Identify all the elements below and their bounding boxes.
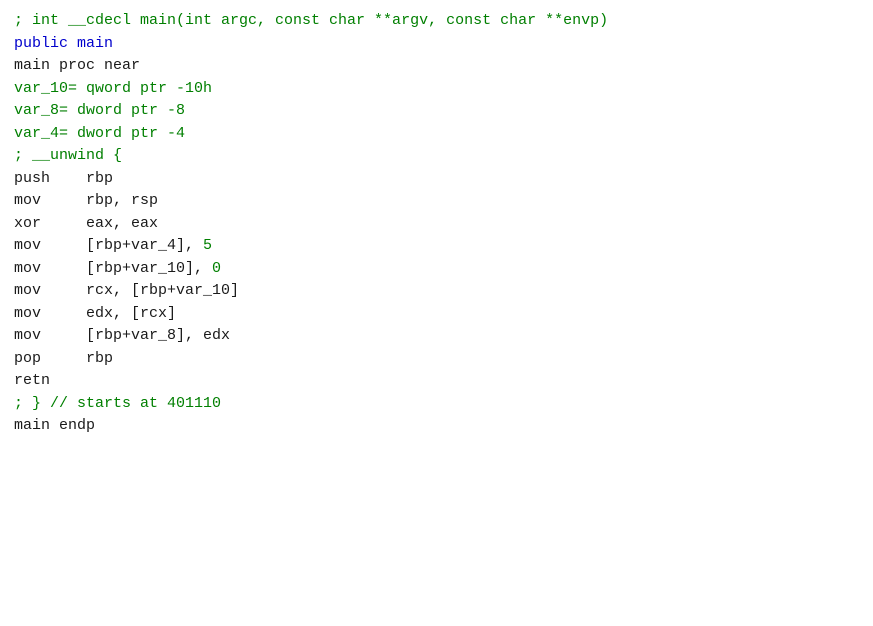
code-line: push rbp <box>14 168 859 191</box>
code-line: pop rbp <box>14 348 859 371</box>
code-line: ; } // starts at 401110 <box>14 393 859 416</box>
code-line: ; int __cdecl main(int argc, const char … <box>14 10 859 33</box>
code-line: var_8= dword ptr -8 <box>14 100 859 123</box>
code-line: retn <box>14 370 859 393</box>
code-line: main proc near <box>14 55 859 78</box>
code-block: ; int __cdecl main(int argc, const char … <box>14 10 859 438</box>
code-line: mov [rbp+var_4], 5 <box>14 235 859 258</box>
code-view: ; int __cdecl main(int argc, const char … <box>0 0 873 626</box>
code-line: public main <box>14 33 859 56</box>
code-line: main endp <box>14 415 859 438</box>
code-line: mov rcx, [rbp+var_10] <box>14 280 859 303</box>
code-line: mov [rbp+var_10], 0 <box>14 258 859 281</box>
code-line: xor eax, eax <box>14 213 859 236</box>
code-line: var_4= dword ptr -4 <box>14 123 859 146</box>
code-line: mov edx, [rcx] <box>14 303 859 326</box>
code-line: mov [rbp+var_8], edx <box>14 325 859 348</box>
code-line: ; __unwind { <box>14 145 859 168</box>
code-line: mov rbp, rsp <box>14 190 859 213</box>
code-line: var_10= qword ptr -10h <box>14 78 859 101</box>
